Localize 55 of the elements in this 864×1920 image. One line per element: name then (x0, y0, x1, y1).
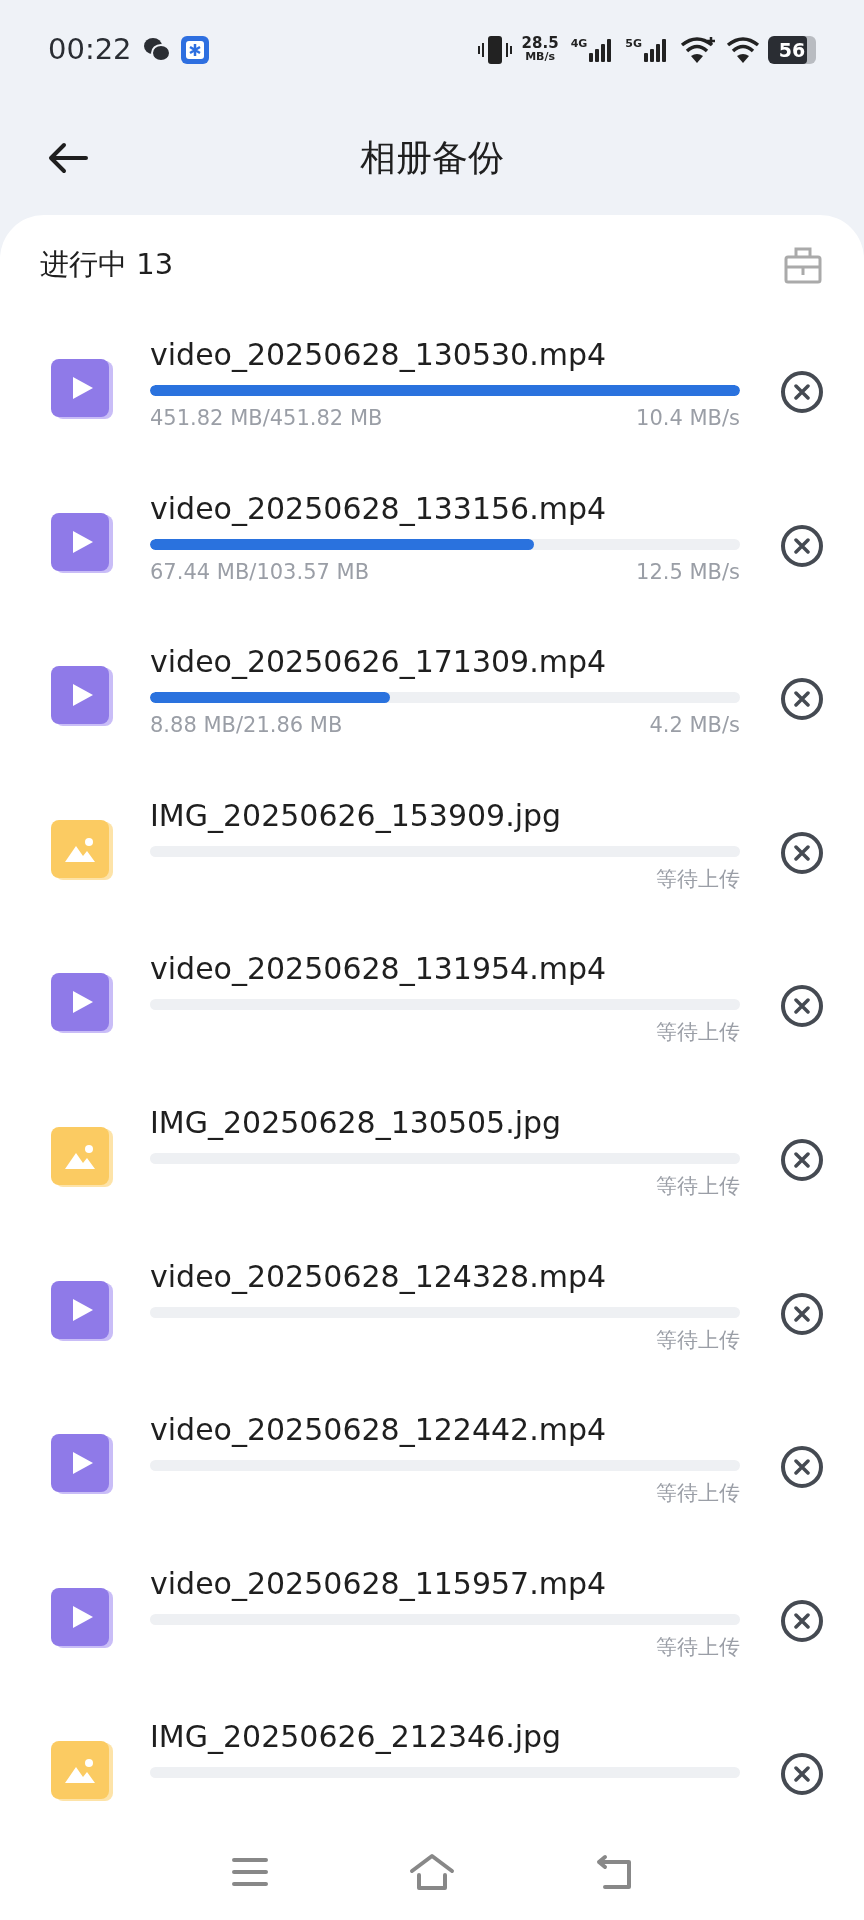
transfer-speed: 4.2 MB/s (649, 712, 740, 740)
transfer-size: 451.82 MB/451.82 MB (150, 405, 383, 432)
transfer-size: 67.44 MB/103.57 MB (150, 558, 370, 586)
cancel-button[interactable] (781, 1138, 823, 1181)
close-icon (794, 691, 810, 708)
cancel-button[interactable] (781, 678, 823, 721)
page-title: 相册备份 (360, 135, 504, 180)
close-icon (794, 384, 810, 400)
cancel-button[interactable] (781, 371, 823, 413)
cancel-button[interactable] (781, 985, 823, 1028)
file-name: video_20250628_124328.mp4 (150, 1257, 608, 1296)
signal-icon (644, 38, 668, 62)
section-label: 进行中 13 (40, 246, 174, 284)
cancel-button[interactable] (781, 831, 823, 874)
app-notification-icon (179, 35, 210, 65)
upload-status: 等待上传 (656, 1326, 740, 1354)
upload-status: 等待上传 (656, 865, 740, 893)
file-name: IMG_20250628_130505.jpg (150, 1103, 563, 1142)
transfer-size: 8.88 MB/21.86 MB (150, 712, 343, 740)
file-name: video_20250628_130530.mp4 (150, 336, 608, 374)
transfer-speed: 10.4 MB/s (636, 405, 740, 432)
wifi-icon (726, 35, 762, 65)
network-speed-unit: MB/s (525, 50, 556, 64)
close-icon (794, 537, 810, 554)
upload-status: 等待上传 (656, 1480, 740, 1508)
close-icon (794, 1459, 810, 1476)
cancel-button[interactable] (781, 1599, 823, 1642)
wifi-icon (680, 35, 716, 65)
close-icon (794, 1305, 810, 1322)
signal-icon (589, 38, 614, 62)
cancel-button[interactable] (781, 524, 823, 567)
network-type-label: 4G (570, 38, 588, 50)
network-type-label: 5G (625, 38, 642, 50)
close-icon (794, 1612, 810, 1629)
file-name: video_20250628_115957.mp4 (150, 1564, 608, 1603)
close-icon (794, 1766, 810, 1783)
close-icon (794, 998, 810, 1015)
file-name: video_20250628_133156.mp4 (150, 489, 608, 528)
clock: 00:22 (48, 31, 132, 69)
file-name: IMG_20250626_153909.jpg (150, 796, 563, 835)
upload-status: 等待上传 (656, 1019, 740, 1047)
cancel-button[interactable] (781, 1292, 823, 1335)
network-speed: 28.5 (521, 36, 559, 50)
close-icon (794, 1151, 810, 1168)
file-name: video_20250628_131954.mp4 (150, 950, 608, 989)
upload-status: 等待上传 (656, 1172, 740, 1200)
file-name: video_20250626_171309.mp4 (150, 643, 608, 682)
cancel-button[interactable] (781, 1446, 823, 1489)
transfer-speed: 12.5 MB/s (636, 558, 740, 586)
vibrate-icon (477, 34, 512, 66)
file-name: video_20250628_122442.mp4 (150, 1411, 608, 1450)
close-icon (794, 844, 810, 861)
upload-status: 等待上传 (656, 1633, 740, 1661)
cancel-button[interactable] (781, 1753, 823, 1796)
file-name: IMG_20250626_212346.jpg (150, 1718, 563, 1757)
